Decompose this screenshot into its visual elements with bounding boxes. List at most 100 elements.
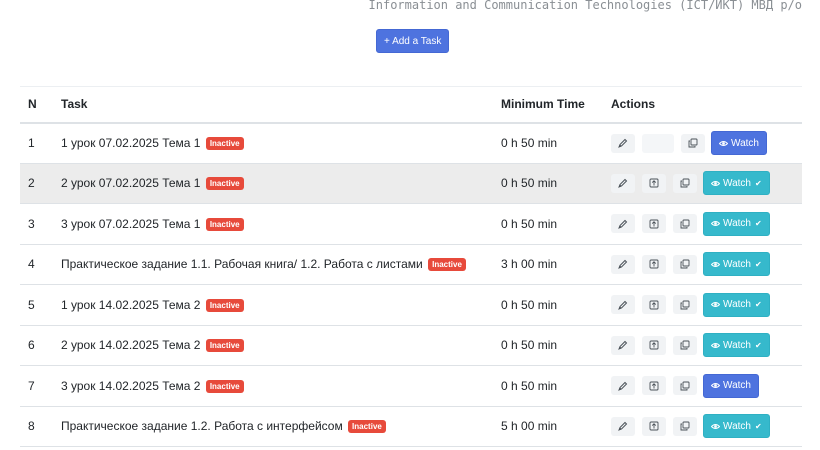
move-up-icon xyxy=(649,259,659,269)
table-body: 1 1 урок 07.02.2025 Тема 1 Inactive 0 h … xyxy=(20,123,802,447)
move-up-icon xyxy=(649,381,659,391)
watch-label: Watch xyxy=(723,177,751,189)
edit-icon xyxy=(618,219,628,229)
edit-button[interactable] xyxy=(611,335,635,355)
watch-button[interactable]: Watch xyxy=(703,373,759,398)
tasks-table: N Task Minimum Time Actions 1 1 урок 07.… xyxy=(20,86,802,447)
table-header: N Task Minimum Time Actions xyxy=(20,86,802,123)
row-number: 5 xyxy=(28,297,35,312)
move-button[interactable] xyxy=(642,335,666,355)
copy-button[interactable] xyxy=(673,254,697,274)
status-badge: Inactive xyxy=(205,177,244,191)
task-cell: 2 урок 07.02.2025 Тема 1 Inactive xyxy=(53,163,493,204)
status-badge: Inactive xyxy=(205,217,244,231)
task-name[interactable]: 1 урок 07.02.2025 Тема 1 xyxy=(61,136,200,150)
edit-button[interactable] xyxy=(611,295,635,315)
minimum-time: 0 h 50 min xyxy=(501,297,558,312)
task-name[interactable]: Практическое задание 1.1. Рабочая книга/… xyxy=(61,257,423,271)
minimum-time: 0 h 50 min xyxy=(501,378,558,393)
edit-button[interactable] xyxy=(611,254,635,274)
move-button[interactable] xyxy=(642,416,666,436)
move-button[interactable] xyxy=(642,173,666,193)
copy-icon xyxy=(680,340,690,350)
eye-icon xyxy=(711,219,720,228)
copy-icon xyxy=(680,421,690,431)
edit-button[interactable] xyxy=(611,376,635,396)
watch-button[interactable]: Watch ✔ xyxy=(703,211,770,236)
edit-icon xyxy=(618,259,628,270)
move-button-placeholder xyxy=(642,133,674,153)
status-badge: Inactive xyxy=(205,298,244,312)
row-number: 7 xyxy=(28,378,35,393)
task-cell: Практическое задание 1.2. Работа с интер… xyxy=(53,406,493,447)
actions-cell: Watch ✔ xyxy=(603,163,802,204)
copy-icon xyxy=(688,138,698,148)
status-badge: Inactive xyxy=(348,420,386,434)
copy-button[interactable] xyxy=(673,335,697,355)
column-header-n: N xyxy=(28,97,37,112)
column-header-actions: Actions xyxy=(611,97,656,112)
add-task-button[interactable]: + Add a Task xyxy=(376,29,450,53)
copy-icon xyxy=(680,259,690,269)
edit-button[interactable] xyxy=(611,214,635,234)
tasks-table-container: N Task Minimum Time Actions 1 1 урок 07.… xyxy=(20,86,802,447)
table-row: 3 3 урок 07.02.2025 Тема 1 Inactive 0 h … xyxy=(20,204,802,244)
minimum-time: 0 h 50 min xyxy=(501,216,558,231)
move-up-icon xyxy=(649,300,659,310)
edit-icon xyxy=(618,381,628,391)
course-title: Information and Communication Technologi… xyxy=(368,0,802,12)
copy-button[interactable] xyxy=(673,173,697,193)
watch-label: Watch xyxy=(723,380,751,392)
move-button[interactable] xyxy=(642,254,666,274)
copy-button[interactable] xyxy=(681,133,705,153)
watch-label: Watch xyxy=(723,420,751,432)
watch-button[interactable]: Watch ✔ xyxy=(703,333,770,358)
eye-icon xyxy=(711,422,720,431)
task-name[interactable]: 1 урок 14.02.2025 Тема 2 xyxy=(61,298,200,312)
watch-button[interactable]: Watch ✔ xyxy=(703,252,770,277)
check-icon: ✔ xyxy=(754,259,762,269)
watch-label: Watch xyxy=(723,339,751,351)
minimum-time: 0 h 50 min xyxy=(501,136,558,150)
minimum-time: 5 h 00 min xyxy=(501,419,558,434)
copy-icon xyxy=(680,300,690,310)
edit-icon xyxy=(618,300,628,310)
edit-button[interactable] xyxy=(611,173,635,193)
table-row: 7 3 урок 14.02.2025 Тема 2 Inactive 0 h … xyxy=(20,366,802,406)
watch-button[interactable]: Watch xyxy=(711,131,767,155)
move-button[interactable] xyxy=(642,376,666,396)
task-cell: Практическое задание 1.1. Рабочая книга/… xyxy=(53,244,493,285)
row-number: 6 xyxy=(28,338,35,353)
edit-button[interactable] xyxy=(611,133,635,153)
task-name[interactable]: 2 урок 14.02.2025 Тема 2 xyxy=(61,338,200,352)
task-name[interactable]: 2 урок 07.02.2025 Тема 1 xyxy=(61,176,200,190)
status-badge: Inactive xyxy=(205,137,244,150)
copy-button[interactable] xyxy=(673,376,697,396)
copy-button[interactable] xyxy=(673,416,697,436)
move-up-icon xyxy=(649,421,659,431)
row-number: 3 xyxy=(28,216,35,231)
task-name[interactable]: Практическое задание 1.2. Работа с интер… xyxy=(61,419,343,433)
table-row: 6 2 урок 14.02.2025 Тема 2 Inactive 0 h … xyxy=(20,325,802,366)
move-button[interactable] xyxy=(642,214,666,234)
copy-button[interactable] xyxy=(673,214,697,234)
task-name[interactable]: 3 урок 07.02.2025 Тема 1 xyxy=(61,217,200,231)
row-number: 1 xyxy=(28,136,35,150)
copy-button[interactable] xyxy=(673,295,697,315)
watch-button[interactable]: Watch ✔ xyxy=(703,171,770,196)
eye-icon xyxy=(711,179,720,188)
edit-button[interactable] xyxy=(611,416,635,436)
watch-button[interactable]: Watch ✔ xyxy=(703,414,770,439)
move-up-icon xyxy=(649,219,659,229)
minimum-time: 0 h 50 min xyxy=(501,338,558,353)
eye-icon xyxy=(711,260,720,269)
minimum-time: 3 h 00 min xyxy=(501,257,558,272)
move-button[interactable] xyxy=(642,295,666,315)
watch-button[interactable]: Watch ✔ xyxy=(703,292,770,317)
task-name[interactable]: 3 урок 14.02.2025 Тема 2 xyxy=(61,379,200,393)
copy-icon xyxy=(680,381,690,391)
table-row: 4 Практическое задание 1.1. Рабочая книг… xyxy=(20,244,802,285)
eye-icon xyxy=(719,139,728,148)
table-row: 8 Практическое задание 1.2. Работа с инт… xyxy=(20,406,802,447)
table-row: 5 1 урок 14.02.2025 Тема 2 Inactive 0 h … xyxy=(20,285,802,325)
